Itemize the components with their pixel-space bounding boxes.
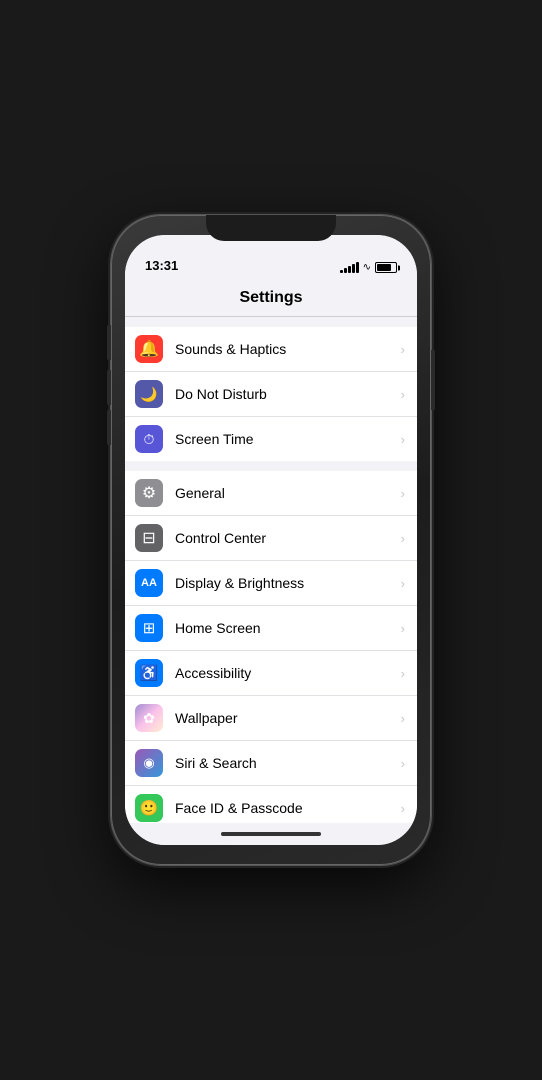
home-screen-icon: ⊞ — [135, 614, 163, 642]
accessibility-chevron: › — [401, 666, 405, 681]
sidebar-item-general[interactable]: ⚙ General › — [125, 471, 417, 516]
siri-search-chevron: › — [401, 756, 405, 771]
wallpaper-chevron: › — [401, 711, 405, 726]
sidebar-item-screen-time[interactable]: ⏱ Screen Time › — [125, 417, 417, 461]
wallpaper-label: Wallpaper — [175, 710, 397, 726]
sounds-icon: 🔔 — [135, 335, 163, 363]
display-brightness-label: Display & Brightness — [175, 575, 397, 591]
signal-bar-5 — [356, 262, 359, 273]
face-id-chevron: › — [401, 801, 405, 816]
general-chevron: › — [401, 486, 405, 501]
status-time: 13:31 — [145, 258, 178, 273]
accessibility-icon: ♿ — [135, 659, 163, 687]
nav-bar: Settings — [125, 279, 417, 317]
phone-frame: 13:31 ∿ Settings — [111, 215, 431, 865]
general-icon: ⚙ — [135, 479, 163, 507]
wallpaper-icon: ✿ — [135, 704, 163, 732]
settings-section-1: 🔔 Sounds & Haptics › 🌙 Do Not Disturb › … — [125, 327, 417, 461]
sidebar-item-home-screen[interactable]: ⊞ Home Screen › — [125, 606, 417, 651]
control-center-icon: ⊟ — [135, 524, 163, 552]
siri-search-icon: ◉ — [135, 749, 163, 777]
display-brightness-chevron: › — [401, 576, 405, 591]
screen-time-label: Screen Time — [175, 431, 397, 447]
do-not-disturb-chevron: › — [401, 387, 405, 402]
general-label: General — [175, 485, 397, 501]
control-center-label: Control Center — [175, 530, 397, 546]
home-screen-label: Home Screen — [175, 620, 397, 636]
settings-section-2: ⚙ General › ⊟ Control Center › AA Displa… — [125, 471, 417, 823]
signal-bar-4 — [352, 264, 355, 273]
control-center-chevron: › — [401, 531, 405, 546]
face-id-icon: 🙂 — [135, 794, 163, 822]
sidebar-item-siri-search[interactable]: ◉ Siri & Search › — [125, 741, 417, 786]
face-id-label: Face ID & Passcode — [175, 800, 397, 816]
sidebar-item-display-brightness[interactable]: AA Display & Brightness › — [125, 561, 417, 606]
page-title: Settings — [239, 289, 302, 307]
screen-time-chevron: › — [401, 432, 405, 447]
phone-screen: 13:31 ∿ Settings — [125, 235, 417, 845]
settings-list[interactable]: 🔔 Sounds & Haptics › 🌙 Do Not Disturb › … — [125, 317, 417, 823]
signal-bar-2 — [344, 268, 347, 273]
signal-bars-icon — [340, 262, 359, 273]
notch — [206, 215, 336, 241]
wifi-icon: ∿ — [363, 262, 371, 273]
do-not-disturb-icon: 🌙 — [135, 380, 163, 408]
home-indicator — [125, 823, 417, 845]
sidebar-item-accessibility[interactable]: ♿ Accessibility › — [125, 651, 417, 696]
battery-fill — [377, 264, 391, 271]
status-icons: ∿ — [340, 262, 397, 273]
display-brightness-icon: AA — [135, 569, 163, 597]
home-screen-chevron: › — [401, 621, 405, 636]
sidebar-item-do-not-disturb[interactable]: 🌙 Do Not Disturb › — [125, 372, 417, 417]
signal-bar-1 — [340, 270, 343, 273]
home-bar — [221, 832, 321, 836]
do-not-disturb-label: Do Not Disturb — [175, 386, 397, 402]
sounds-chevron: › — [401, 342, 405, 357]
sidebar-item-wallpaper[interactable]: ✿ Wallpaper › — [125, 696, 417, 741]
siri-search-label: Siri & Search — [175, 755, 397, 771]
accessibility-label: Accessibility — [175, 665, 397, 681]
sidebar-item-face-id[interactable]: 🙂 Face ID & Passcode › — [125, 786, 417, 823]
sidebar-item-control-center[interactable]: ⊟ Control Center › — [125, 516, 417, 561]
signal-bar-3 — [348, 266, 351, 273]
screen-time-icon: ⏱ — [135, 425, 163, 453]
status-bar: 13:31 ∿ — [125, 235, 417, 279]
sidebar-item-sounds[interactable]: 🔔 Sounds & Haptics › — [125, 327, 417, 372]
battery-icon — [375, 262, 397, 273]
sounds-label: Sounds & Haptics — [175, 341, 397, 357]
